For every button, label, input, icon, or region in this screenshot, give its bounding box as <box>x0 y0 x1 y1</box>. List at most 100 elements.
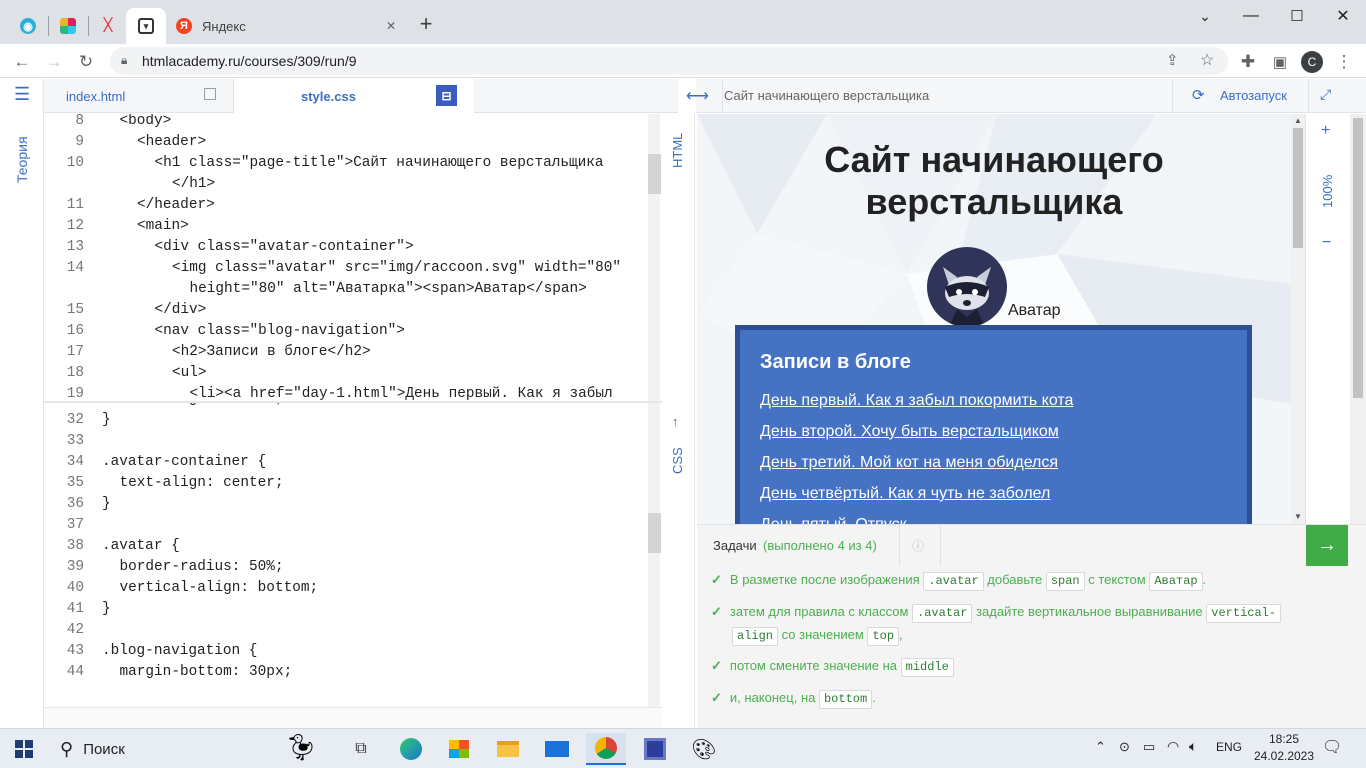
preview-scrollbar[interactable]: ▲ ▼ <box>1291 114 1305 524</box>
split-active-icon[interactable]: ⊟ <box>436 85 457 106</box>
share-icon[interactable]: ⇪ <box>1166 51 1179 69</box>
code-line[interactable]: </div> <box>155 300 207 321</box>
maximize-button[interactable]: ☐ <box>1274 0 1320 32</box>
new-tab-button[interactable]: + <box>414 11 438 36</box>
close-window-button[interactable]: ✕ <box>1320 0 1366 32</box>
autorun-icon[interactable]: ⟳ <box>1192 86 1205 104</box>
scroll-down-icon[interactable]: ▼ <box>1294 512 1302 521</box>
profile-button[interactable]: C <box>1298 48 1326 76</box>
notifications-icon[interactable]: 🗨︎ <box>1322 737 1342 757</box>
bookmark-star-icon[interactable]: ☆ <box>1200 50 1214 70</box>
next-arrow-button[interactable]: → <box>1306 525 1348 566</box>
paint-icon[interactable]: 🎨︎ <box>684 733 724 765</box>
side-panel-icon[interactable]: ▣ <box>1266 48 1294 76</box>
tray-chevron-icon[interactable]: ⌃ <box>1095 739 1106 755</box>
code-line[interactable]: border-radius: 50%; <box>120 557 284 578</box>
edge-icon[interactable] <box>391 733 431 765</box>
css-editor[interactable]: 31 text-align: center; 32} 33 34 .avatar-cont… <box>44 403 662 707</box>
code-line[interactable]: vertical-align: bottom; <box>120 578 319 599</box>
code-line[interactable]: margin-bottom: 30px; <box>120 662 293 683</box>
code-line[interactable]: text-align: center; <box>120 403 284 410</box>
windows-start-icon[interactable] <box>4 733 44 765</box>
tab-style-css[interactable]: style.css ⊟ <box>234 79 474 113</box>
address-bar[interactable]: 🔒︎ htmlacademy.ru/courses/309/run/9 ⇪ ☆ <box>110 47 1228 75</box>
save-disk-icon[interactable] <box>635 733 675 765</box>
html-editor[interactable]: 8 <body> 9 <header> 10 <h1 class="page-title"… <box>44 114 662 401</box>
code-line[interactable]: <nav class="blog-navigation"> <box>155 321 405 342</box>
blog-link[interactable]: День первый. Как я забыл покормить кота <box>760 392 1073 410</box>
autorun-label[interactable]: Автозапуск <box>1220 88 1287 103</box>
code-line[interactable]: <body> <box>120 114 172 132</box>
code-line[interactable]: text-align: center; <box>120 473 284 494</box>
code-line[interactable]: <h1 class="page-title">Сайт начинающего … <box>155 153 604 174</box>
tab-pinned-3[interactable]: ᚷ <box>90 8 126 44</box>
html-scrollbar[interactable] <box>648 114 661 401</box>
battery-icon[interactable]: ▭ <box>1143 739 1155 755</box>
zoom-in-button[interactable]: + <box>1321 122 1330 140</box>
task-view-icon[interactable]: ⧉ <box>341 733 381 765</box>
blog-link[interactable]: День третий. Мой кот на меня обиделся <box>760 454 1058 472</box>
tab-slack[interactable] <box>50 8 86 44</box>
blog-link[interactable]: День пятый. Отпуск <box>760 516 907 524</box>
store-icon[interactable] <box>439 733 479 765</box>
extensions-puzzle-icon[interactable]: ✚ <box>1234 48 1262 76</box>
chrome-icon[interactable] <box>586 733 626 765</box>
mail-icon[interactable] <box>537 733 577 765</box>
clock-date[interactable]: 24.02.2023 <box>1252 749 1316 763</box>
tab-search-icon[interactable]: ⌄ <box>1182 0 1228 32</box>
language-indicator[interactable]: ENG <box>1216 740 1242 754</box>
theory-tab[interactable]: Теория <box>14 136 30 183</box>
code-line[interactable]: <header> <box>137 132 206 153</box>
code-line[interactable]: } <box>102 599 111 620</box>
css-scrollbar[interactable] <box>648 403 661 707</box>
code-line[interactable]: <h2>Записи в блоге</h2> <box>172 342 371 363</box>
scroll-thumb[interactable] <box>1353 118 1363 398</box>
scroll-thumb[interactable] <box>1293 128 1303 248</box>
code-line[interactable]: .avatar { <box>102 536 180 557</box>
tab-pinned-1[interactable]: ◉ <box>8 8 48 44</box>
task-text: , <box>899 627 903 642</box>
taskbar-search[interactable]: ⚲ Поиск 🦆︎ <box>48 732 340 765</box>
explorer-folder-icon[interactable] <box>488 733 528 765</box>
css-label[interactable]: CSS <box>670 447 685 474</box>
tray-device-icon[interactable]: ⊙ <box>1119 739 1130 755</box>
clock-time[interactable]: 18:25 <box>1254 732 1314 746</box>
tab-htmlacademy[interactable]: ▾ <box>126 8 166 44</box>
blog-link[interactable]: День второй. Хочу быть верстальщиком <box>760 423 1059 441</box>
url-text[interactable]: htmlacademy.ru/courses/309/run/9 <box>142 53 357 69</box>
arrow-up-icon[interactable]: ↑ <box>672 414 679 429</box>
zoom-out-button[interactable]: − <box>1322 234 1331 252</box>
blog-link[interactable]: День четвёртый. Как я чуть не заболел <box>760 485 1050 503</box>
forward-arrow-icon[interactable]: → <box>40 48 68 76</box>
scroll-thumb[interactable] <box>648 154 661 194</box>
code-line[interactable]: .avatar-container { <box>102 452 266 473</box>
html-label[interactable]: HTML <box>670 133 685 168</box>
wifi-icon[interactable]: ◠ <box>1167 738 1179 755</box>
code-line[interactable]: <img class="avatar" src="img/raccoon.svg… <box>172 258 621 279</box>
reload-icon[interactable]: ↻ <box>72 48 100 76</box>
volume-icon[interactable]: 🔈︎ <box>1189 738 1197 755</box>
code-line[interactable]: <div class="avatar-container"> <box>155 237 414 258</box>
menu-icon[interactable]: ☰ <box>14 85 30 103</box>
scroll-thumb[interactable] <box>648 513 661 553</box>
info-icon[interactable]: ⓘ <box>912 537 924 554</box>
code-line[interactable]: <ul> <box>172 363 207 384</box>
code-line[interactable]: height="80" alt="Аватарка"><span>Аватар<… <box>190 279 587 300</box>
back-arrow-icon[interactable]: ← <box>8 48 36 76</box>
code-line[interactable]: <main> <box>137 216 189 237</box>
code-line[interactable]: <li><a href="day-1.html">День первый. Ка… <box>190 384 613 401</box>
fullscreen-icon[interactable]: ⤢ <box>1320 86 1331 103</box>
resize-arrows-icon[interactable]: ⟷ <box>686 86 710 106</box>
tab-yandex[interactable]: Я Яндекс ✕ <box>166 8 406 44</box>
code-line[interactable]: } <box>102 410 111 431</box>
code-line[interactable]: </header> <box>137 195 215 216</box>
minimize-button[interactable]: — <box>1228 0 1274 32</box>
tab-index-html[interactable]: index.html <box>44 79 234 113</box>
browser-menu-icon[interactable]: ⋮ <box>1330 48 1358 76</box>
code-line[interactable]: } <box>102 494 111 515</box>
code-line[interactable]: </h1> <box>172 174 215 195</box>
scroll-up-icon[interactable]: ▲ <box>1294 116 1302 125</box>
code-line[interactable]: .blog-navigation { <box>102 641 257 662</box>
tab-close-icon[interactable]: ✕ <box>386 19 396 33</box>
split-icon[interactable] <box>204 88 216 100</box>
